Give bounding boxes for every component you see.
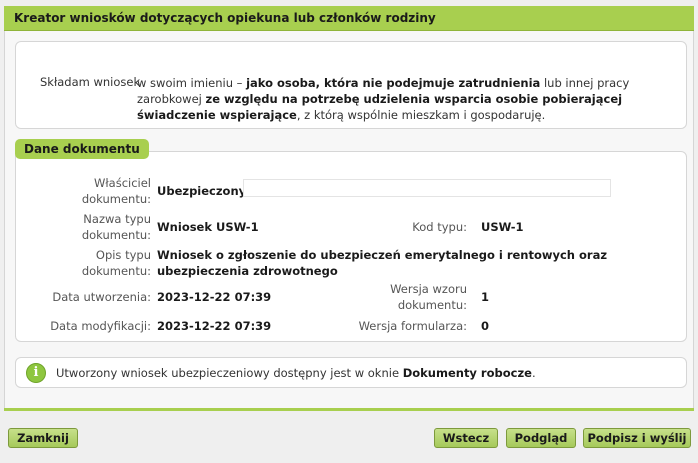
type-code-label: Kod typu: bbox=[412, 220, 467, 234]
modified-label: Data modyfikacji: bbox=[50, 319, 151, 333]
section-title: Dane dokumentu bbox=[15, 139, 149, 159]
declaration-label: Składam wniosek bbox=[40, 75, 141, 89]
window-title: Kreator wniosków dotyczących opiekuna lu… bbox=[14, 11, 436, 25]
back-button[interactable]: Wstecz bbox=[434, 428, 498, 448]
type-name-value: Wniosek USW-1 bbox=[157, 220, 259, 234]
info-text: Utworzony wniosek ubezpieczeniowy dostęp… bbox=[56, 366, 403, 380]
declaration-part: w swoim imieniu – bbox=[137, 76, 247, 90]
wizard-window: Kreator wniosków dotyczących opiekuna lu… bbox=[0, 0, 698, 463]
bottom-divider bbox=[4, 408, 694, 411]
created-value: 2023-12-22 07:39 bbox=[157, 290, 272, 304]
sign-and-send-button[interactable]: Podpisz i wyślij bbox=[583, 428, 691, 448]
declaration-part: , z którą wspólnie mieszkam i gospodaruj… bbox=[296, 108, 546, 122]
info-icon: i bbox=[26, 363, 46, 383]
type-name-label: Nazwa typu dokumentu: bbox=[81, 212, 151, 242]
owner-name-field bbox=[243, 179, 611, 197]
form-version-label: Wersja formularza: bbox=[358, 319, 467, 333]
template-version-label: Wersja wzoru dokumentu: bbox=[390, 282, 467, 312]
declaration-panel: Składam wniosek w swoim imieniu – jako o… bbox=[15, 41, 687, 129]
type-desc-value: Wniosek o zgłoszenie do ubezpieczeń emer… bbox=[157, 248, 608, 278]
declaration-text: w swoim imieniu – jako osoba, która nie … bbox=[137, 75, 677, 123]
owner-label: Właściciel dokumentu: bbox=[81, 176, 151, 206]
declaration-part-bold: jako osoba, która nie podejmuje zatrudni… bbox=[246, 76, 541, 90]
type-desc-label: Opis typu dokumentu: bbox=[81, 248, 151, 278]
info-panel: i Utworzony wniosek ubezpieczeniowy dost… bbox=[15, 357, 687, 388]
info-message: Utworzony wniosek ubezpieczeniowy dostęp… bbox=[56, 366, 536, 380]
modified-value: 2023-12-22 07:39 bbox=[157, 319, 272, 333]
close-button[interactable]: Zamknij bbox=[8, 428, 78, 448]
preview-button[interactable]: Podgląd bbox=[506, 428, 576, 448]
drafts-window-name: Dokumenty robocze bbox=[402, 366, 532, 380]
created-label: Data utworzenia: bbox=[52, 290, 151, 304]
title-bar: Kreator wniosków dotyczących opiekuna lu… bbox=[4, 6, 694, 31]
info-text-end: . bbox=[531, 366, 536, 380]
form-version-value: 0 bbox=[481, 319, 490, 333]
type-code-value: USW-1 bbox=[481, 220, 524, 234]
wizard-content: Składam wniosek w swoim imieniu – jako o… bbox=[4, 31, 694, 408]
owner-value: Ubezpieczony bbox=[157, 184, 247, 198]
template-version-value: 1 bbox=[481, 290, 490, 304]
